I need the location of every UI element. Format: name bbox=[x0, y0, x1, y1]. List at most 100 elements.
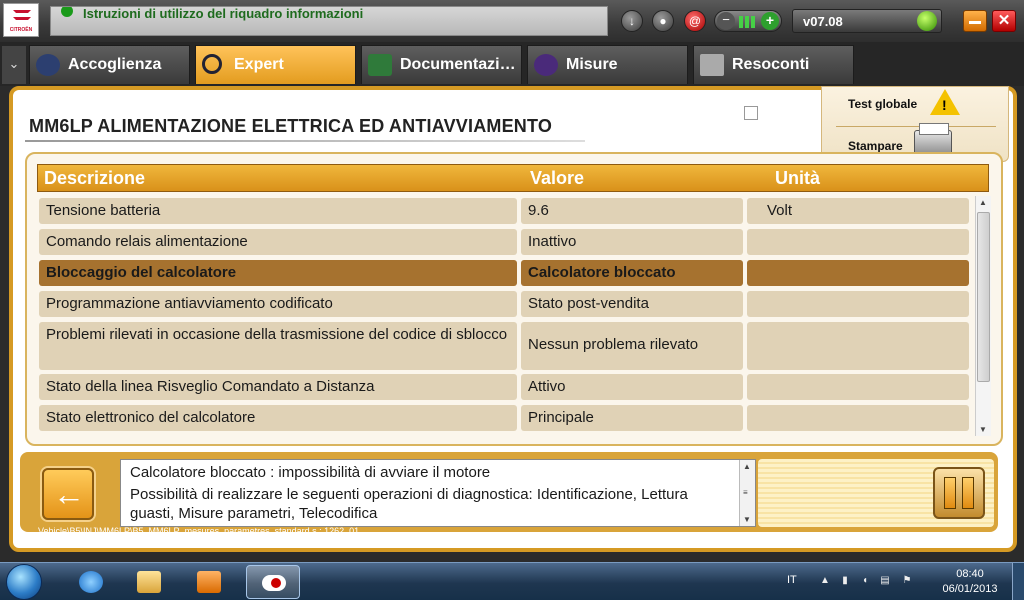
waveform-icon bbox=[534, 54, 558, 76]
title-divider bbox=[25, 140, 585, 142]
action-center-icon[interactable]: ⚑ bbox=[901, 575, 913, 589]
download-icon[interactable]: ↓ bbox=[621, 10, 643, 32]
tab-misure[interactable]: Misure bbox=[527, 45, 688, 84]
close-button[interactable]: ✕ bbox=[992, 10, 1016, 32]
message-line: Calcolatore bloccato : impossibilità di … bbox=[130, 464, 491, 481]
scroll-thumb[interactable] bbox=[977, 212, 990, 382]
table-scrollbar[interactable]: ▲ ▼ bbox=[975, 196, 991, 436]
tab-menu-chevron-icon[interactable]: ⌄ bbox=[2, 46, 26, 84]
book-icon bbox=[368, 54, 392, 76]
clock[interactable]: 08:40 06/01/2013 bbox=[939, 567, 1001, 597]
info-bar[interactable]: Istruzioni di utilizzo del riquadro info… bbox=[50, 6, 608, 36]
pause-button[interactable] bbox=[933, 467, 985, 519]
tab-label: Misure bbox=[566, 56, 618, 73]
actions-divider bbox=[836, 126, 996, 127]
cell-value: 9.6 bbox=[521, 198, 743, 224]
column-header-description[interactable]: Descrizione bbox=[44, 168, 145, 189]
windows-taskbar: IT ▲ ▮ ◖ ▤ ⚑ 08:40 06/01/2013 bbox=[0, 562, 1024, 600]
arrow-left-icon: ← bbox=[53, 476, 85, 512]
file-explorer-icon[interactable] bbox=[122, 565, 176, 599]
message-line: guasti, Misure parametri, Telecodifica bbox=[130, 505, 378, 522]
cell-value: Attivo bbox=[521, 374, 743, 400]
side-actions: Test globale ! Stampare bbox=[821, 86, 1009, 162]
tab-resoconti[interactable]: Resoconti bbox=[693, 45, 854, 84]
start-button[interactable] bbox=[6, 564, 42, 600]
print-label: Stampare bbox=[848, 139, 903, 153]
global-test-button[interactable]: Test globale bbox=[848, 97, 917, 111]
tab-label: Resoconti bbox=[732, 56, 810, 73]
cell-unit bbox=[747, 260, 969, 286]
system-tray: IT ▲ ▮ ◖ ▤ ⚑ 08:40 06/01/2013 bbox=[779, 563, 1024, 600]
scroll-grip-icon[interactable]: ≡ bbox=[743, 488, 748, 497]
message-line: Possibilità di realizzare le seguenti op… bbox=[130, 486, 688, 503]
cell-unit bbox=[747, 374, 969, 400]
title-bar: CITROËN Istruzioni di utilizzo del riqua… bbox=[0, 0, 1024, 42]
warning-icon[interactable]: ! bbox=[930, 89, 960, 115]
tab-label: Documentazi… bbox=[400, 56, 516, 73]
page-title: MM6LP ALIMENTAZIONE ELETTRICA ED ANTIAVV… bbox=[29, 116, 553, 136]
media-player-icon[interactable] bbox=[182, 565, 236, 599]
cell-unit: Volt bbox=[747, 198, 969, 224]
clock-date: 06/01/2013 bbox=[942, 583, 998, 595]
column-header-value[interactable]: Valore bbox=[530, 168, 584, 189]
user-icon[interactable]: ● bbox=[652, 10, 674, 32]
message-scrollbar[interactable]: ▲ ≡ ▼ bbox=[739, 460, 755, 526]
scroll-down-icon[interactable]: ▼ bbox=[979, 425, 987, 434]
cell-description: Comando relais alimentazione bbox=[39, 229, 517, 255]
citroen-logo: CITROËN bbox=[3, 3, 39, 37]
cell-description: Problemi rilevati in occasione della tra… bbox=[39, 322, 517, 370]
minimize-button[interactable] bbox=[963, 10, 987, 32]
volume-control[interactable]: − + bbox=[714, 10, 782, 32]
email-icon[interactable]: @ bbox=[684, 10, 706, 32]
diagbox-app-icon[interactable] bbox=[246, 565, 300, 599]
globe-icon bbox=[36, 54, 60, 76]
volume-icon[interactable]: ◖ bbox=[859, 575, 871, 589]
back-button[interactable]: ← bbox=[42, 468, 94, 520]
internet-explorer-icon[interactable] bbox=[64, 565, 118, 599]
tab-documentazione[interactable]: Documentazi… bbox=[361, 45, 522, 84]
email-symbol: @ bbox=[688, 14, 702, 28]
options-checkbox[interactable] bbox=[744, 106, 758, 120]
version-label: v07.08 bbox=[803, 14, 843, 29]
report-icon bbox=[700, 54, 724, 76]
pause-icon bbox=[962, 477, 974, 509]
scroll-up-icon[interactable]: ▲ bbox=[979, 198, 987, 207]
network-icon[interactable]: ▤ bbox=[879, 575, 891, 589]
main-tabs: ⌄ Accoglienza Expert Documentazi… Misure… bbox=[0, 42, 1024, 86]
script-path: Vehicle\B5\INJ\MM6LP\B5_MM6LP_mesures_pa… bbox=[38, 526, 360, 536]
main-panel: MM6LP ALIMENTAZIONE ELETTRICA ED ANTIAVV… bbox=[9, 86, 1017, 552]
scroll-up-icon[interactable]: ▲ bbox=[743, 462, 751, 471]
info-status-icon bbox=[61, 7, 73, 17]
cell-description: Tensione batteria bbox=[39, 198, 517, 224]
global-test-label: Test globale bbox=[848, 97, 918, 111]
volume-up-button[interactable]: + bbox=[761, 12, 779, 30]
cell-value: Nessun problema rilevato bbox=[521, 322, 743, 370]
print-button[interactable]: Stampare bbox=[848, 139, 903, 153]
cell-value: Inattivo bbox=[521, 229, 743, 255]
volume-level bbox=[739, 15, 757, 33]
message-strip: ← Calcolatore bloccato : impossibilità d… bbox=[20, 452, 998, 536]
column-header-unit[interactable]: Unità bbox=[775, 168, 820, 189]
tab-accoglienza[interactable]: Accoglienza bbox=[29, 45, 190, 84]
cell-unit bbox=[747, 229, 969, 255]
cell-unit bbox=[747, 291, 969, 317]
show-hidden-icons-icon[interactable]: ▲ bbox=[819, 575, 831, 589]
show-desktop-button[interactable] bbox=[1012, 563, 1024, 600]
volume-down-button[interactable]: − bbox=[717, 12, 735, 30]
clock-time: 08:40 bbox=[956, 568, 984, 580]
cell-unit bbox=[747, 322, 969, 370]
battery-icon[interactable]: ▮ bbox=[839, 575, 851, 589]
language-indicator[interactable]: IT bbox=[787, 574, 797, 586]
cell-description: Stato della linea Risveglio Comandato a … bbox=[39, 374, 517, 400]
cell-value: Calcolatore bloccato bbox=[521, 260, 743, 286]
info-text: Istruzioni di utilizzo del riquadro info… bbox=[83, 6, 364, 21]
cell-description: Stato elettronico del calcolatore bbox=[39, 405, 517, 431]
close-icon: ✕ bbox=[997, 12, 1011, 29]
message-box[interactable]: Calcolatore bloccato : impossibilità di … bbox=[120, 459, 756, 527]
cell-unit bbox=[747, 405, 969, 431]
parameters-table: Descrizione Valore Unità Tensione batter… bbox=[25, 152, 1003, 446]
logo-text: CITROËN bbox=[9, 27, 33, 33]
tab-expert[interactable]: Expert bbox=[195, 45, 356, 84]
cell-value: Stato post-vendita bbox=[521, 291, 743, 317]
scroll-down-icon[interactable]: ▼ bbox=[743, 515, 751, 524]
